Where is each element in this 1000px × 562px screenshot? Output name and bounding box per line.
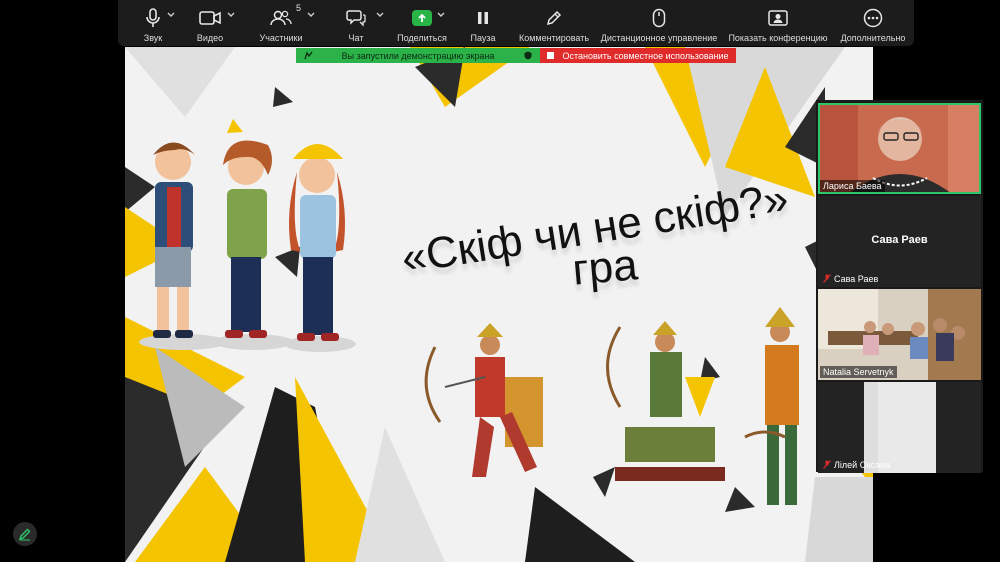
more-icon: [861, 7, 885, 29]
share-options-chevron-icon[interactable]: [436, 10, 446, 20]
slide-background-shapes: [125, 47, 873, 562]
participant-tile[interactable]: Лариса Баева: [818, 103, 981, 194]
annotate-label: Комментировать: [518, 33, 590, 43]
chat-button[interactable]: Чат: [342, 0, 370, 46]
chat-label: Чат: [348, 33, 364, 43]
children-illustration: [139, 140, 356, 352]
participant-panel: Лариса Баева Сава Раев Сава Раев Natalia…: [816, 100, 983, 473]
video-button[interactable]: Видео: [192, 0, 228, 46]
share-screen-label: Поделиться: [397, 33, 447, 43]
participant-name-label: Лілей Оксана: [820, 459, 893, 471]
audio-button[interactable]: Звук: [136, 0, 170, 46]
meeting-toolbar: Звук Видео 5 Участники Чат Поделиться Па…: [118, 0, 914, 46]
remote-control-button[interactable]: Дистанционное управление: [600, 0, 718, 46]
participant-tile[interactable]: Лілей Оксана: [818, 382, 981, 473]
mouse-icon: [647, 7, 671, 29]
annotate-button[interactable]: Комментировать: [518, 0, 590, 46]
slide-subtitle: гра: [570, 240, 640, 295]
participant-display-name: Сава Раев: [871, 234, 928, 246]
stop-icon: [547, 52, 555, 59]
share-screen-icon: [410, 7, 434, 29]
participants-count: 5: [295, 3, 301, 13]
participants-button[interactable]: 5 Участники: [258, 0, 304, 46]
chat-options-chevron-icon[interactable]: [375, 10, 385, 20]
muted-microphone-icon: [823, 460, 831, 469]
meeting-view-icon: [766, 7, 790, 29]
participant-name: Лілей Оксана: [834, 460, 891, 470]
pause-share-button[interactable]: Пауза: [468, 0, 498, 46]
more-button[interactable]: Дополнительно: [838, 0, 908, 46]
sharing-status-text: Вы запустили демонстрацию экрана: [341, 50, 495, 61]
show-meeting-button[interactable]: Показать конференцию: [728, 0, 828, 46]
scythian-archers-illustration: [424, 307, 799, 505]
shield-icon: [524, 51, 532, 60]
pen-icon: [542, 7, 566, 29]
sharing-status-banner[interactable]: Вы запустили демонстрацию экрана: [296, 48, 540, 63]
participant-name-label: Сава Раев: [820, 273, 881, 285]
shared-slide: «Скіф чи не скіф?» гра: [125, 47, 873, 562]
participants-label: Участники: [259, 33, 303, 43]
pencil-icon: [18, 528, 31, 541]
more-label: Дополнительно: [840, 33, 906, 43]
pause-label: Пауза: [470, 33, 496, 43]
chat-icon: [344, 7, 368, 29]
participant-name: Natalia Servetnyk: [820, 366, 897, 378]
stop-share-button[interactable]: Остановить совместное использование: [540, 48, 736, 63]
drag-handle-icon[interactable]: [304, 51, 313, 60]
participant-name: Лариса Баева: [820, 180, 885, 192]
remote-control-label: Дистанционное управление: [600, 33, 718, 43]
participant-tile[interactable]: Сава Раев Сава Раев: [818, 196, 981, 287]
video-camera-icon: [198, 7, 222, 29]
video-label: Видео: [196, 33, 224, 43]
pause-icon: [471, 7, 495, 29]
audio-options-chevron-icon[interactable]: [166, 10, 176, 20]
floating-annotate-button[interactable]: [13, 522, 37, 546]
participant-name: Сава Раев: [834, 274, 879, 284]
share-screen-button[interactable]: Поделиться: [394, 0, 450, 46]
microphone-icon: [141, 7, 165, 29]
stop-share-label: Остановить совместное использование: [562, 50, 729, 61]
participants-icon: 5: [269, 3, 301, 29]
muted-microphone-icon: [823, 274, 831, 283]
participants-options-chevron-icon[interactable]: [306, 10, 316, 20]
video-options-chevron-icon[interactable]: [226, 10, 236, 20]
participant-tile[interactable]: Natalia Servetnyk: [818, 289, 981, 380]
show-meeting-label: Показать конференцию: [728, 33, 828, 43]
audio-label: Звук: [143, 33, 163, 43]
